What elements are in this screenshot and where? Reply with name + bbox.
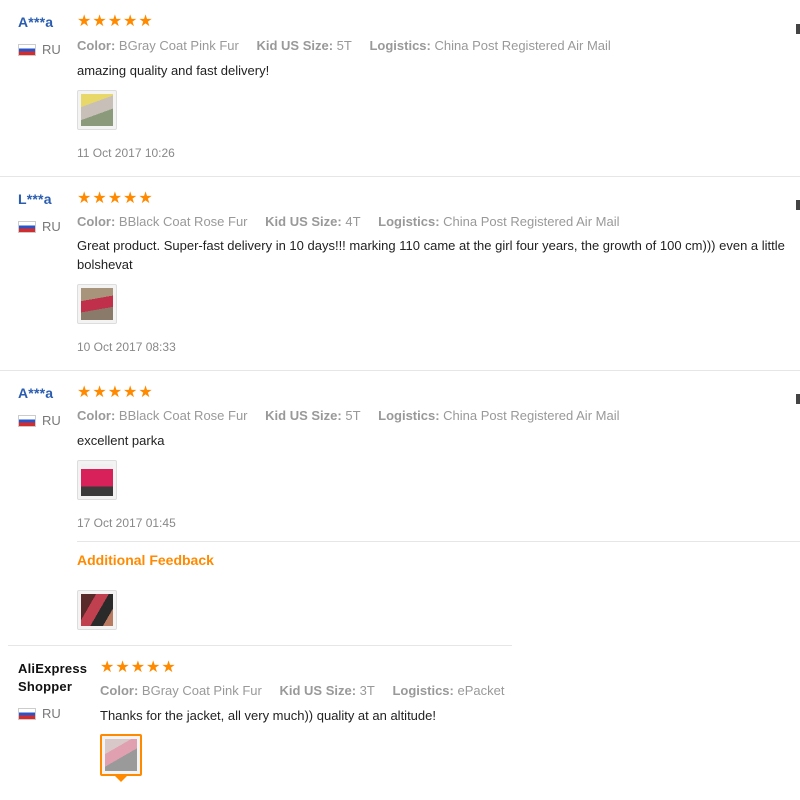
review-text: Thanks for the jacket, all very much)) q…	[100, 708, 436, 723]
star-icon: ★	[138, 13, 153, 30]
reviewer-name[interactable]: AliExpress Shopper	[18, 660, 98, 696]
review-photo-thumbnail[interactable]	[77, 284, 117, 324]
star-icon: ★	[92, 190, 107, 207]
review-date: 10 Oct 2017 08:33	[77, 340, 176, 354]
star-rating: ★ ★ ★ ★ ★	[77, 14, 153, 30]
review-photo-thumbnail[interactable]	[77, 90, 117, 130]
star-icon: ★	[107, 190, 123, 207]
russia-flag-icon	[18, 707, 36, 720]
reviewer-name[interactable]: L***a	[18, 191, 52, 207]
selected-caret-icon	[115, 776, 127, 782]
color-label: Color:	[77, 408, 116, 423]
star-icon: ★	[161, 659, 176, 676]
reviewer-country: RU	[18, 413, 61, 428]
color-value: BGray Coat Pink Fur	[141, 683, 262, 698]
star-icon: ★	[138, 190, 153, 207]
color-value: BBlack Coat Rose Fur	[118, 214, 248, 229]
reviewer-name[interactable]: A***a	[18, 14, 53, 30]
logistics-label: Logistics:	[378, 214, 440, 229]
reviewer-country: RU	[18, 219, 61, 234]
star-icon: ★	[123, 190, 138, 207]
star-icon: ★	[77, 13, 92, 30]
star-icon: ★	[77, 190, 92, 207]
star-icon: ★	[92, 13, 107, 30]
star-icon: ★	[115, 659, 130, 676]
logistics-value: China Post Registered Air Mail	[434, 38, 611, 53]
logistics-label: Logistics:	[378, 408, 440, 423]
order-attributes: Color: BGray Coat Pink Fur Kid US Size: …	[77, 38, 625, 53]
divider	[77, 541, 800, 542]
size-value: 3T	[359, 683, 375, 698]
star-icon: ★	[130, 659, 146, 676]
divider	[0, 176, 800, 177]
size-label: Kid US Size:	[256, 38, 334, 53]
review-date: 17 Oct 2017 01:45	[77, 516, 176, 530]
star-icon: ★	[107, 384, 123, 401]
country-code: RU	[42, 706, 61, 721]
logistics-value: ePacket	[457, 683, 505, 698]
star-rating: ★ ★ ★ ★ ★	[100, 660, 176, 676]
size-label: Kid US Size:	[279, 683, 357, 698]
star-icon: ★	[138, 384, 153, 401]
logistics-value: China Post Registered Air Mail	[443, 408, 620, 423]
review-text: amazing quality and fast delivery!	[77, 63, 270, 78]
star-rating: ★ ★ ★ ★ ★	[77, 385, 153, 401]
star-icon: ★	[146, 659, 161, 676]
review-date: 11 Oct 2017 10:26	[77, 146, 175, 160]
russia-flag-icon	[18, 414, 36, 427]
review-text: excellent parka	[77, 433, 165, 448]
reviewer-country: RU	[18, 42, 61, 57]
size-label: Kid US Size:	[265, 214, 342, 229]
size-label: Kid US Size:	[265, 408, 342, 423]
russia-flag-icon	[18, 43, 36, 56]
star-rating: ★ ★ ★ ★ ★	[77, 191, 153, 207]
review-photo-thumbnail-selected[interactable]	[100, 734, 142, 776]
additional-feedback-heading: Additional Feedback	[77, 552, 214, 568]
russia-flag-icon	[18, 220, 36, 233]
reviewer-country: RU	[18, 706, 61, 721]
country-code: RU	[42, 42, 61, 57]
star-icon: ★	[77, 384, 92, 401]
logistics-label: Logistics:	[392, 683, 454, 698]
star-icon: ★	[123, 384, 138, 401]
additional-feedback-photo-thumbnail[interactable]	[77, 590, 117, 630]
edge-marker	[796, 24, 800, 34]
reviewer-name[interactable]: A***a	[18, 385, 53, 401]
size-value: 5T	[336, 38, 352, 53]
review-photo-thumbnail[interactable]	[77, 460, 117, 500]
color-value: BBlack Coat Rose Fur	[118, 408, 248, 423]
logistics-label: Logistics:	[369, 38, 431, 53]
star-icon: ★	[92, 384, 107, 401]
star-icon: ★	[107, 13, 123, 30]
order-attributes: Color: BGray Coat Pink Fur Kid US Size: …	[100, 683, 518, 698]
size-value: 5T	[345, 408, 361, 423]
divider	[8, 645, 512, 646]
star-icon: ★	[100, 659, 115, 676]
edge-marker	[796, 200, 800, 210]
logistics-value: China Post Registered Air Mail	[443, 214, 620, 229]
size-value: 4T	[345, 214, 361, 229]
order-attributes: Color: BBlack Coat Rose Fur Kid US Size:…	[77, 214, 633, 229]
review-text: Great product. Super-fast delivery in 10…	[77, 238, 785, 272]
color-label: Color:	[77, 38, 116, 53]
country-code: RU	[42, 219, 61, 234]
country-code: RU	[42, 413, 61, 428]
star-icon: ★	[123, 13, 138, 30]
color-label: Color:	[77, 214, 116, 229]
order-attributes: Color: BBlack Coat Rose Fur Kid US Size:…	[77, 408, 633, 423]
color-value: BGray Coat Pink Fur	[118, 38, 239, 53]
color-label: Color:	[100, 683, 139, 698]
edge-marker	[796, 394, 800, 404]
divider	[0, 370, 800, 371]
